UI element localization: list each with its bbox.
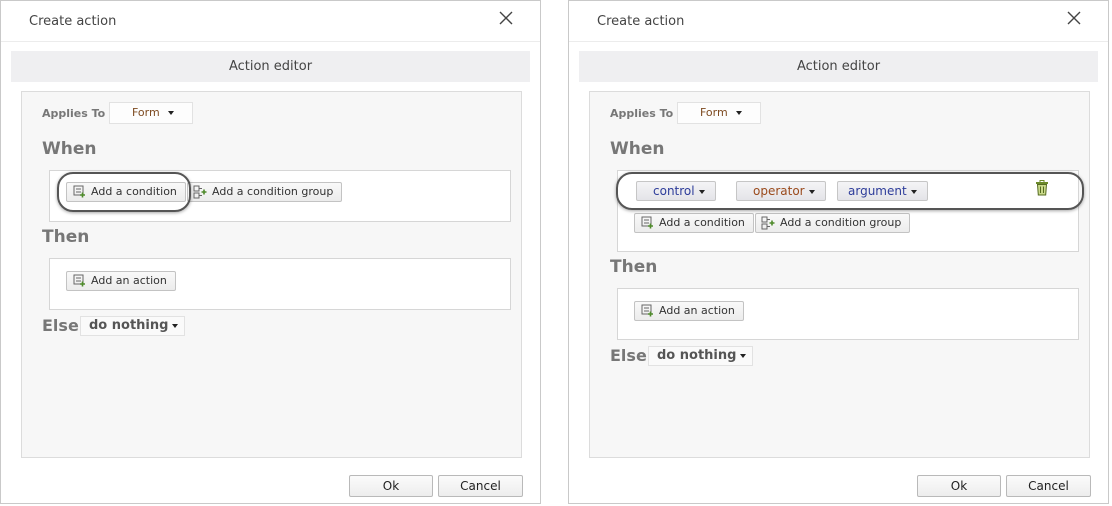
applies-to-dropdown[interactable]: Form [677,102,761,124]
create-action-dialog: Create action Action editor Applies To F… [568,0,1109,504]
caret-down-icon [167,111,174,115]
add-condition-group-button[interactable]: Add a condition group [187,182,343,202]
cancel-button[interactable]: Cancel [438,475,523,497]
then-heading: Then [610,257,658,277]
else-dropdown[interactable]: do nothing [648,346,754,366]
ok-button[interactable]: Ok [917,475,1001,497]
add-condition-label: Add a condition [659,216,745,229]
add-action-label: Add an action [659,304,735,317]
then-box: Add an action [49,258,511,310]
else-value: do nothing [89,318,169,333]
then-box: Add an action [617,288,1079,340]
action-editor-panel: Applies To Form When Add a condition Add… [21,91,522,458]
add-action-icon [73,274,85,287]
close-icon[interactable] [1065,9,1083,27]
add-condition-icon [641,216,653,229]
highlight-ring [57,172,191,212]
add-action-button[interactable]: Add an action [634,301,744,321]
add-condition-group-icon [761,216,775,230]
else-heading: Else [610,346,647,365]
create-action-dialog: Create action Action editor Applies To F… [0,0,541,504]
add-condition-group-label: Add a condition group [780,216,902,229]
dialog-titlebar: Create action [1,1,540,42]
caret-down-icon [735,111,742,115]
dialog-title: Create action [29,14,117,29]
cancel-button[interactable]: Cancel [1006,475,1091,497]
ok-button[interactable]: Ok [349,475,433,497]
add-condition-group-button[interactable]: Add a condition group [755,213,911,233]
applies-to-value: Form [132,106,160,119]
caret-down-icon [172,323,179,328]
then-heading: Then [42,227,90,247]
applies-to-value: Form [700,106,728,119]
caret-down-icon [740,353,747,358]
dialog-title: Create action [597,14,685,29]
close-icon[interactable] [497,9,515,27]
else-value: do nothing [657,348,737,363]
add-action-icon [641,304,653,317]
add-action-label: Add an action [91,274,167,287]
add-condition-group-label: Add a condition group [212,185,334,198]
else-dropdown[interactable]: do nothing [80,316,186,336]
when-heading: When [610,139,665,159]
applies-to-label: Applies To [610,107,674,120]
add-condition-group-icon [193,185,207,199]
dialog-titlebar: Create action [569,1,1108,42]
applies-to-label: Applies To [42,107,106,120]
action-editor-tab[interactable]: Action editor [11,51,530,82]
add-action-button[interactable]: Add an action [66,271,176,291]
else-heading: Else [42,316,79,335]
add-condition-button[interactable]: Add a condition [634,213,754,233]
action-editor-panel: Applies To Form When Add a condition Add… [589,91,1090,458]
action-editor-tab[interactable]: Action editor [579,51,1098,82]
when-heading: When [42,139,97,159]
applies-to-dropdown[interactable]: Form [109,102,193,124]
highlight-ring [616,172,1084,210]
